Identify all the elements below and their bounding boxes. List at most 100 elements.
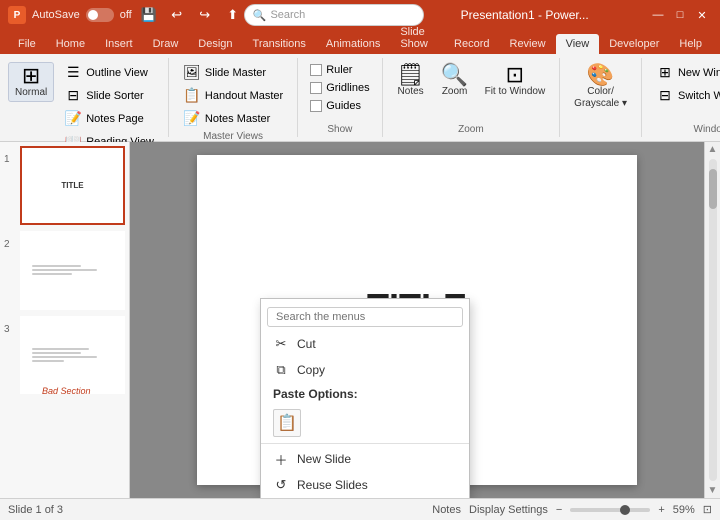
- search-placeholder: Search: [270, 9, 305, 21]
- slide-3-lines: [32, 348, 113, 362]
- gridlines-checkbox[interactable]: Gridlines: [306, 80, 373, 96]
- master-view-buttons: 🖼 Slide Master 📋 Handout Master 📝 Notes …: [177, 62, 289, 129]
- zoom-group: 🗒 Notes 🔍 Zoom ⊡ Fit to Window Zoom: [383, 58, 561, 137]
- fit-button[interactable]: ⊡: [703, 503, 712, 516]
- maximize-button[interactable]: □: [670, 6, 690, 24]
- tab-transitions[interactable]: Transitions: [243, 34, 316, 54]
- slide-sorter-button[interactable]: ⊟ Slide Sorter: [58, 85, 160, 106]
- tab-animations[interactable]: Animations: [316, 34, 390, 54]
- menu-item-reuse-slides[interactable]: ↺ Reuse Slides: [261, 472, 469, 498]
- notes-master-label: Notes Master: [205, 113, 270, 125]
- status-bar: Slide 1 of 3 Notes Display Settings − + …: [0, 498, 720, 520]
- display-settings-button[interactable]: Display Settings: [469, 504, 548, 516]
- new-window-label: New Window: [678, 67, 720, 79]
- color-grayscale-group-label: [568, 133, 633, 137]
- outline-view-button[interactable]: ☰ Outline View: [58, 62, 160, 83]
- fit-to-window-icon: ⊡: [506, 64, 524, 86]
- autosave-toggle[interactable]: [86, 8, 114, 22]
- notes-master-button[interactable]: 📝 Notes Master: [177, 108, 289, 129]
- ruler-checkbox[interactable]: Ruler: [306, 62, 356, 78]
- customize-button[interactable]: ⬆: [222, 4, 244, 26]
- undo-button[interactable]: ↩: [166, 4, 188, 26]
- notes-master-icon: 📝: [183, 110, 201, 127]
- color-content: 🎨 Color/Grayscale ▾: [568, 58, 633, 133]
- menu-item-cut[interactable]: ✂ Cut: [261, 331, 469, 357]
- new-window-button[interactable]: ⊞ New Window: [650, 62, 720, 83]
- paste-icon-button[interactable]: 📋: [273, 409, 301, 437]
- slide-preview-3[interactable]: [20, 316, 125, 395]
- color-grayscale-button[interactable]: 🎨 Color/Grayscale ▾: [568, 62, 633, 112]
- tab-insert[interactable]: Insert: [95, 34, 143, 54]
- zoom-slider[interactable]: [570, 508, 650, 512]
- zoom-out-button[interactable]: −: [556, 504, 562, 516]
- search-icon: 🔍: [253, 9, 267, 22]
- minimize-button[interactable]: —: [648, 6, 668, 24]
- slide-2-lines: [32, 265, 113, 275]
- handout-master-label: Handout Master: [205, 90, 283, 102]
- show-content: Ruler Gridlines Guides: [306, 58, 373, 122]
- tab-developer[interactable]: Developer: [599, 34, 669, 54]
- zoom-in-button[interactable]: +: [658, 504, 664, 516]
- notes-zoom-label: Notes: [398, 86, 424, 98]
- ribbon-group-content: ⊞ Normal ☰ Outline View ⊟ Slide Sorter 📝…: [8, 58, 160, 152]
- scroll-down-arrow[interactable]: ▼: [706, 483, 720, 498]
- normal-view-button[interactable]: ⊞ Normal: [8, 62, 54, 102]
- tab-view[interactable]: View: [556, 34, 600, 54]
- gridlines-label: Gridlines: [326, 82, 369, 94]
- tab-slideshow[interactable]: Slide Show: [390, 22, 444, 54]
- sample-line: [32, 269, 97, 271]
- tab-review[interactable]: Review: [500, 34, 556, 54]
- title-bar: P AutoSave off 💾 ↩ ↪ ⬆ 🔍 Search Presenta…: [0, 0, 720, 30]
- right-scrollbar: ▲ ▼: [704, 142, 720, 498]
- slide-preview-1[interactable]: TITLE: [20, 146, 125, 225]
- scroll-thumb[interactable]: [709, 169, 717, 209]
- menu-search-input[interactable]: [267, 307, 463, 327]
- slide-thumb-2[interactable]: 2: [4, 231, 125, 310]
- zoom-button[interactable]: 🔍 Zoom: [435, 62, 475, 100]
- ribbon-tabs: File Home Insert Draw Design Transitions…: [0, 30, 720, 54]
- tab-design[interactable]: Design: [188, 34, 242, 54]
- autosave-label: AutoSave: [32, 9, 80, 21]
- slide-num-1: 1: [4, 154, 16, 165]
- switch-windows-button[interactable]: ⊟ Switch Windows ▾: [650, 85, 720, 106]
- tab-help[interactable]: Help: [669, 34, 712, 54]
- tab-home[interactable]: Home: [46, 34, 95, 54]
- guides-checkbox[interactable]: Guides: [306, 98, 365, 114]
- notes-button[interactable]: Notes: [432, 504, 461, 516]
- scroll-up-arrow[interactable]: ▲: [706, 142, 720, 157]
- notes-zoom-button[interactable]: 🗒 Notes: [391, 62, 431, 100]
- tab-file[interactable]: File: [8, 34, 46, 54]
- new-slide-label: New Slide: [297, 452, 351, 466]
- menu-item-new-slide[interactable]: ＋ New Slide: [261, 446, 469, 472]
- notes-page-icon: 📝: [64, 110, 82, 127]
- reuse-slides-label: Reuse Slides: [297, 478, 368, 492]
- handout-master-button[interactable]: 📋 Handout Master: [177, 85, 289, 106]
- master-views-content: 🖼 Slide Master 📋 Handout Master 📝 Notes …: [177, 58, 289, 129]
- main-area: 1 TITLE 2 3: [0, 142, 720, 498]
- scroll-track: [709, 159, 717, 481]
- show-group: Ruler Gridlines Guides Show: [298, 58, 382, 137]
- tab-record[interactable]: Record: [444, 34, 499, 54]
- notes-page-label: Notes Page: [86, 113, 143, 125]
- zoom-thumb: [620, 505, 630, 515]
- zoom-icon: 🔍: [441, 64, 468, 86]
- tab-draw[interactable]: Draw: [143, 34, 189, 54]
- zoom-level[interactable]: 59%: [673, 504, 695, 516]
- slide-master-button[interactable]: 🖼 Slide Master: [177, 62, 289, 83]
- close-button[interactable]: ✕: [692, 6, 712, 24]
- notes-zoom-icon: 🗒: [397, 64, 425, 86]
- menu-item-copy[interactable]: ⧉ Copy: [261, 357, 469, 383]
- handout-master-icon: 📋: [183, 87, 201, 104]
- redo-button[interactable]: ↪: [194, 4, 216, 26]
- sample-line: [32, 348, 89, 350]
- color-grayscale-label: Color/Grayscale ▾: [574, 86, 627, 110]
- slide-thumb-1[interactable]: 1 TITLE: [4, 146, 125, 225]
- save-button[interactable]: 💾: [138, 4, 160, 26]
- slide-preview-2[interactable]: [20, 231, 125, 310]
- slide-thumb-3[interactable]: 3 Bad Section: [4, 316, 125, 395]
- cut-label: Cut: [297, 337, 316, 351]
- gridlines-checkbox-box: [310, 82, 322, 94]
- reuse-slides-icon: ↺: [273, 477, 289, 493]
- notes-page-button[interactable]: 📝 Notes Page: [58, 108, 160, 129]
- fit-to-window-button[interactable]: ⊡ Fit to Window: [479, 62, 552, 100]
